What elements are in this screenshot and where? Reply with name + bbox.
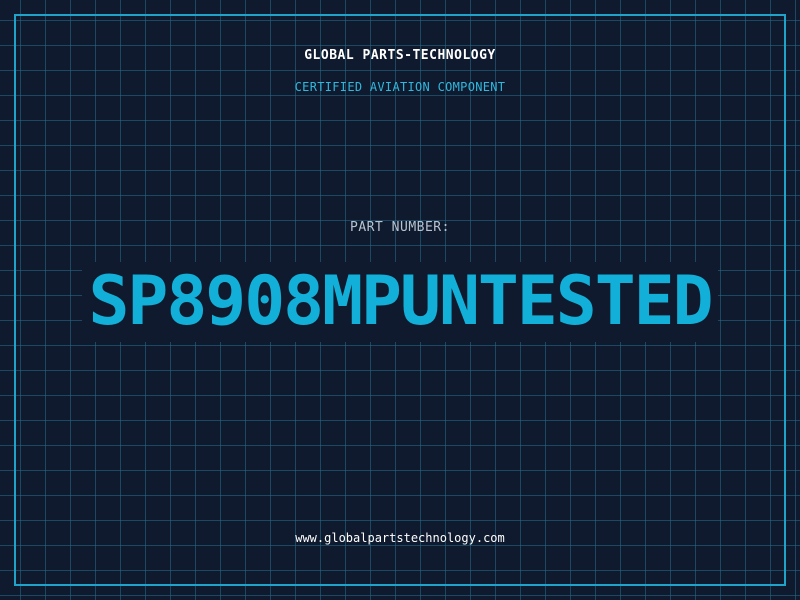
part-number-value: SP8908MPUNTESTED (82, 262, 718, 342)
part-number-container: SP8908MPUNTESTED (0, 262, 800, 342)
part-number-label: PART NUMBER: (350, 220, 450, 235)
company-name: GLOBAL PARTS-TECHNOLOGY (304, 48, 496, 63)
certification-subtitle: CERTIFIED AVIATION COMPONENT (294, 80, 506, 94)
website-url: www.globalpartstechnology.com (295, 531, 505, 545)
label-canvas: GLOBAL PARTS-TECHNOLOGY CERTIFIED AVIATI… (0, 0, 800, 600)
